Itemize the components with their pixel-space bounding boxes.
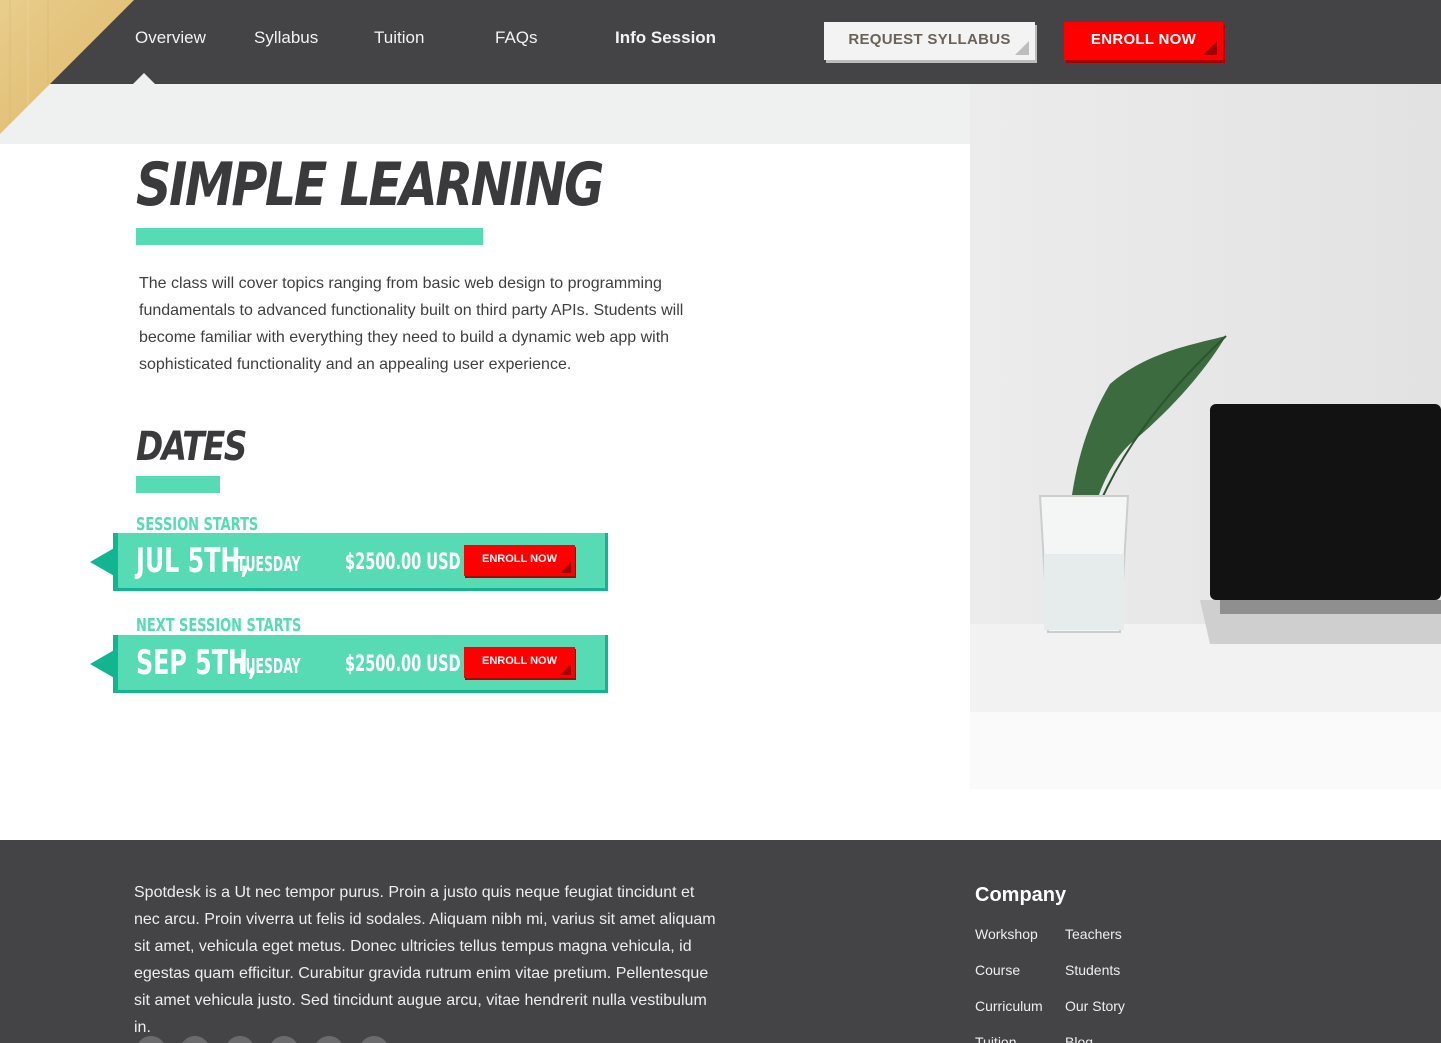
top-navigation-bar: Overview Syllabus Tuition FAQs Info Sess… xyxy=(0,0,1441,84)
active-nav-indicator xyxy=(133,73,155,84)
session-price: $2500.00 USD xyxy=(345,550,461,575)
footer-link-workshop[interactable]: Workshop xyxy=(975,926,1038,942)
page-fold-icon xyxy=(1203,41,1217,55)
session-ribbon: JUL 5TH, TUESDAY $2500.00 USD ENROLL NOW xyxy=(90,533,608,591)
request-syllabus-button[interactable]: REQUEST SYLLABUS xyxy=(824,22,1035,60)
request-syllabus-label: REQUEST SYLLABUS xyxy=(848,31,1011,48)
enroll-now-header-button[interactable]: ENROLL NOW xyxy=(1064,22,1223,60)
nav-tuition[interactable]: Tuition xyxy=(374,28,424,48)
ribbon-tab-icon xyxy=(90,547,116,577)
footer-about-text: Spotdesk is a Ut nec tempor purus. Proin… xyxy=(134,884,716,1036)
nav-info-session[interactable]: Info Session xyxy=(615,28,716,48)
dates-heading: DATES xyxy=(136,424,247,470)
site-footer: Spotdesk is a Ut nec tempor purus. Proin… xyxy=(0,840,1441,1043)
corner-wood-decoration xyxy=(0,0,134,134)
enroll-now-next-session-button[interactable]: ENROLL NOW xyxy=(464,647,575,678)
page-fold-icon xyxy=(560,664,571,675)
session-price: $2500.00 USD xyxy=(345,652,461,677)
enroll-now-session-label: ENROLL NOW xyxy=(482,655,557,667)
footer-link-students[interactable]: Students xyxy=(1065,962,1120,978)
hero-photo-laptop-plant xyxy=(970,84,1441,789)
dates-underline xyxy=(136,476,220,493)
page-fold-icon xyxy=(1015,41,1029,55)
session-day: TUESDAY xyxy=(237,654,301,678)
session-date: JUL 5TH, xyxy=(136,541,250,581)
session-label: SESSION STARTS xyxy=(136,514,259,535)
footer-link-our-story[interactable]: Our Story xyxy=(1065,998,1125,1014)
hero-top-band xyxy=(0,84,970,144)
next-session-ribbon: SEP 5TH, TUESDAY $2500.00 USD ENROLL NOW xyxy=(90,635,608,693)
nav-overview[interactable]: Overview xyxy=(135,28,206,48)
enroll-now-session-button[interactable]: ENROLL NOW xyxy=(464,545,575,576)
next-session-label: NEXT SESSION STARTS xyxy=(136,615,302,636)
enroll-now-header-label: ENROLL NOW xyxy=(1090,31,1197,48)
course-description: The class will cover topics ranging from… xyxy=(139,275,684,373)
footer-link-tuition[interactable]: Tuition xyxy=(975,1034,1017,1043)
nav-faqs[interactable]: FAQs xyxy=(495,28,538,48)
footer-link-curriculum[interactable]: Curriculum xyxy=(975,998,1043,1014)
footer-link-blog[interactable]: Blog xyxy=(1065,1034,1093,1043)
page-fold-icon xyxy=(560,562,571,573)
footer-company-heading: Company xyxy=(975,884,1067,906)
nav-syllabus[interactable]: Syllabus xyxy=(254,28,318,48)
footer-link-course[interactable]: Course xyxy=(975,962,1020,978)
ribbon-tab-icon xyxy=(90,649,116,679)
session-day: TUESDAY xyxy=(237,552,301,576)
enroll-now-session-label: ENROLL NOW xyxy=(482,553,557,565)
footer-link-teachers[interactable]: Teachers xyxy=(1065,926,1122,942)
title-underline xyxy=(136,228,483,245)
page-title: SIMPLE LEARNING xyxy=(136,150,604,220)
